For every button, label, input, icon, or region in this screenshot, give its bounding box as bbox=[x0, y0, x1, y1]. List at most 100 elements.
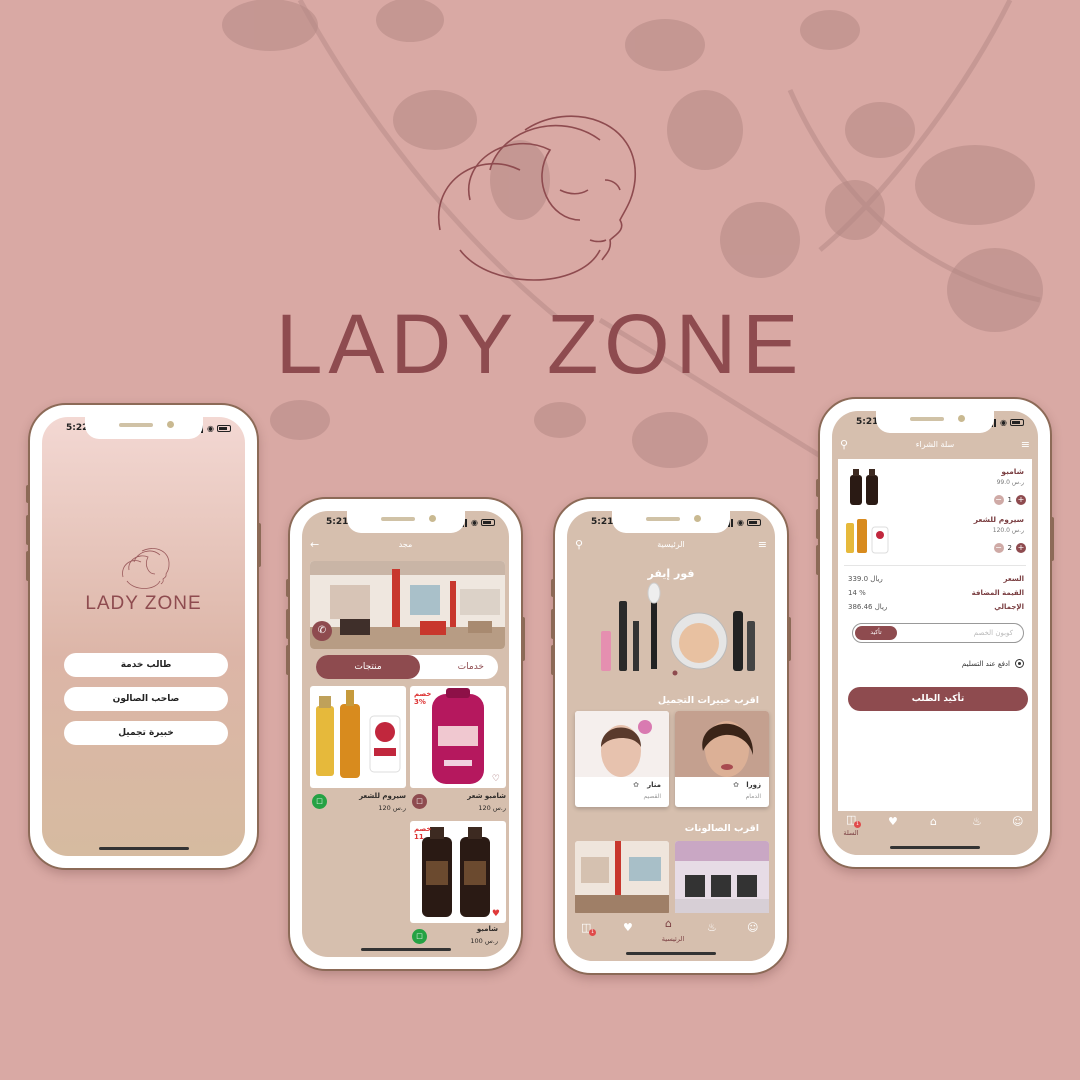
expert-card[interactable]: زورا الدمام ✿ bbox=[675, 711, 769, 807]
salon-thumbnail[interactable] bbox=[575, 841, 669, 915]
heart-icon[interactable]: ♡ bbox=[492, 774, 500, 784]
battery-icon bbox=[481, 519, 495, 526]
heart-filled-icon[interactable]: ♥ bbox=[492, 909, 500, 919]
filter-icon[interactable]: ≡ bbox=[1021, 433, 1030, 457]
battery-icon bbox=[217, 425, 231, 432]
cart-badge: 1 bbox=[854, 821, 861, 828]
wifi-icon: ◉ bbox=[207, 424, 214, 433]
cart-item-price: 99.0 ر.س bbox=[996, 479, 1024, 486]
tab-cart-label: السلة bbox=[843, 829, 859, 837]
expert-card[interactable]: منار القصيم ✿ bbox=[575, 711, 669, 807]
tab-services[interactable]: خدمات bbox=[458, 655, 484, 679]
product-price: 100 ر.س bbox=[470, 937, 498, 945]
wifi-icon: ◉ bbox=[737, 518, 744, 527]
cart-topbar: ⚲ سلة الشراء ≡ bbox=[832, 433, 1038, 457]
radio-selected-icon[interactable] bbox=[1015, 659, 1024, 668]
quantity-stepper: − 1 + bbox=[993, 495, 1026, 505]
quantity-value: 1 bbox=[1007, 496, 1012, 504]
service-seeker-button[interactable]: طالب خدمة bbox=[64, 653, 228, 677]
search-icon[interactable]: ⚲ bbox=[840, 433, 848, 457]
salon-owner-button[interactable]: صاحب الصالون bbox=[64, 687, 228, 711]
product-price: 120 ر.س bbox=[478, 804, 506, 812]
product-name: شامبو شعر bbox=[467, 792, 506, 800]
phone-welcome: 5:22 ◉ LADY ZONE طالب خدمة صاحب الصالون … bbox=[26, 403, 261, 870]
product-card[interactable]: خصم 11 ♥ bbox=[410, 821, 506, 923]
coupon-field[interactable]: تأكيد كوبون الخصم bbox=[852, 623, 1024, 643]
add-to-cart-button[interactable]: □ bbox=[312, 794, 327, 809]
cart-item-image bbox=[850, 469, 878, 505]
whatsapp-button[interactable]: ✆ bbox=[312, 621, 332, 641]
summary-value: 14 % bbox=[848, 589, 866, 597]
offer-banner-image bbox=[601, 582, 755, 676]
salon-title: مجد bbox=[398, 540, 413, 549]
heart-icon[interactable]: ♥ bbox=[888, 815, 898, 828]
nearest-experts-title: اقرب خبيرات التجميل bbox=[657, 695, 759, 706]
home-indicator bbox=[98, 847, 189, 850]
payment-option-label: ادفع عند التسليم bbox=[961, 659, 1010, 668]
salon-thumbnail[interactable] bbox=[675, 841, 769, 915]
offer-title: فور إيفر bbox=[647, 567, 695, 580]
welcome-screen: 5:22 ◉ LADY ZONE طالب خدمة صاحب الصالون … bbox=[42, 417, 245, 856]
cart-icon: □ bbox=[316, 797, 323, 805]
expert-location: الدمام bbox=[745, 793, 761, 800]
summary-row: الإجمالي 386.46 ريال bbox=[848, 603, 1024, 613]
apply-coupon-button[interactable]: تأكيد bbox=[855, 626, 897, 640]
cart-item-price: 120.0 ر.س bbox=[992, 527, 1024, 534]
cart-title: سلة الشراء bbox=[915, 440, 955, 449]
expert-icon: ✿ bbox=[633, 781, 639, 789]
filter-icon[interactable]: ≡ bbox=[758, 533, 767, 557]
home-indicator bbox=[890, 846, 980, 849]
expert-name: زورا bbox=[746, 781, 761, 789]
search-icon[interactable]: ⚲ bbox=[575, 533, 583, 557]
tab-home-label: الرئيسية bbox=[661, 935, 685, 943]
add-to-cart-button[interactable]: □ bbox=[412, 929, 427, 944]
beauty-expert-button[interactable]: خبيرة تجميل bbox=[64, 721, 228, 745]
home-icon[interactable]: ⌂ bbox=[930, 815, 937, 828]
user-icon[interactable]: ☺ bbox=[1012, 815, 1023, 828]
divider bbox=[844, 565, 1026, 566]
phone-salon-products: 5:21 ◉ ← مجد ✆ منتجات خدمات □ سيروم للشع… bbox=[286, 497, 525, 971]
home-icon[interactable]: ⌂ bbox=[665, 917, 672, 930]
cart-panel: شامبو 99.0 ر.س − 1 + سيروم للشعر 120.0 ر… bbox=[838, 459, 1032, 811]
salon-topbar: ← مجد bbox=[302, 533, 509, 557]
expert-location: القصيم bbox=[643, 793, 661, 800]
home-screen: 5:21 ◉ ⚲ الرئيسية ≡ فور إيفر اقرب خبيرات… bbox=[567, 511, 775, 961]
welcome-brand-title: LADY ZONE bbox=[85, 593, 202, 614]
tab-products[interactable]: منتجات bbox=[316, 655, 420, 679]
summary-label: القيمة المضافة bbox=[971, 589, 1024, 597]
decrease-quantity-button[interactable]: − bbox=[993, 543, 1004, 553]
increase-quantity-button[interactable]: + bbox=[1016, 543, 1026, 553]
quantity-stepper: − 2 + bbox=[993, 543, 1026, 553]
user-icon[interactable]: ☺ bbox=[747, 921, 758, 934]
summary-value: 339.0 ريال bbox=[848, 575, 883, 583]
summary-row: السعر 339.0 ريال bbox=[848, 575, 1024, 585]
heart-icon[interactable]: ♥ bbox=[623, 921, 633, 934]
cart-screen: 5:21 ◉ ⚲ سلة الشراء ≡ شامبو 99.0 ر.س − 1… bbox=[832, 411, 1038, 855]
salon-cover-image bbox=[310, 561, 505, 649]
wifi-icon: ◉ bbox=[1000, 418, 1007, 427]
battery-icon bbox=[1010, 419, 1024, 426]
battery-icon bbox=[747, 519, 761, 526]
brand-title: LADY ZONE bbox=[275, 297, 805, 391]
summary-row: القيمة المضافة 14 % bbox=[848, 589, 1024, 599]
product-card[interactable]: خصم 3% ♡ bbox=[410, 686, 506, 788]
wifi-icon: ◉ bbox=[471, 518, 478, 527]
product-card[interactable] bbox=[310, 686, 406, 788]
add-to-cart-button[interactable]: □ bbox=[412, 794, 427, 809]
bell-icon[interactable]: ♨ bbox=[707, 921, 717, 934]
salon-screen: 5:21 ◉ ← مجد ✆ منتجات خدمات □ سيروم للشع… bbox=[302, 511, 509, 957]
nearest-salons-title: اقرب الصالونات bbox=[684, 823, 759, 834]
cart-item-name: شامبو bbox=[1001, 467, 1024, 476]
summary-value: 386.46 ريال bbox=[848, 603, 888, 611]
discount-label: خصم 11 bbox=[414, 825, 432, 841]
increase-quantity-button[interactable]: + bbox=[1016, 495, 1026, 505]
salon-segmented-tabs: منتجات خدمات bbox=[316, 655, 498, 679]
phone-home: 5:21 ◉ ⚲ الرئيسية ≡ فور إيفر اقرب خبيرات… bbox=[551, 497, 791, 975]
back-arrow-icon[interactable]: ← bbox=[310, 533, 319, 557]
decrease-quantity-button[interactable]: − bbox=[993, 495, 1004, 505]
cart-icon: □ bbox=[416, 932, 423, 940]
summary-label: السعر bbox=[1003, 575, 1024, 583]
payment-option[interactable]: ادفع عند التسليم bbox=[962, 659, 1024, 668]
bell-icon[interactable]: ♨ bbox=[972, 815, 982, 828]
confirm-order-button[interactable]: تأكيد الطلب bbox=[848, 687, 1028, 711]
